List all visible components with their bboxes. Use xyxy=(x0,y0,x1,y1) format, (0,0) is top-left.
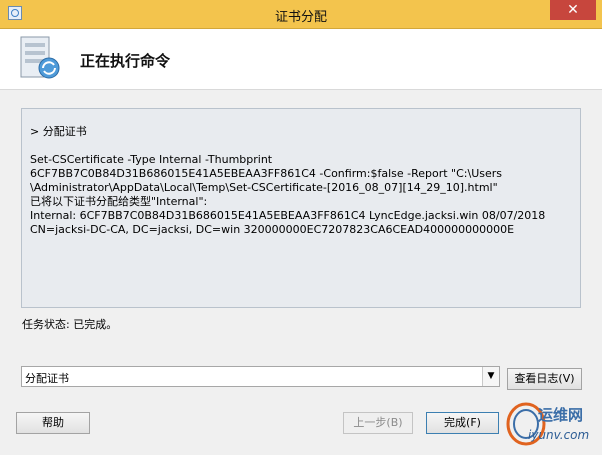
log-line: 已将以下证书分配给类型"Internal": xyxy=(30,195,208,208)
back-button[interactable]: 上一步(B) xyxy=(343,412,413,434)
wizard-header: 正在执行命令 xyxy=(0,29,602,90)
help-button[interactable]: 帮助 xyxy=(16,412,90,434)
view-log-button[interactable]: 查看日志(V) xyxy=(507,368,582,390)
log-line: 6CF7BB7C0B84D31B686015E41A5EBEAA3FF861C4… xyxy=(30,167,503,180)
task-status: 任务状态: 已完成。 xyxy=(22,318,118,331)
dropdown-value: 分配证书 xyxy=(25,372,69,385)
log-section-heading: > 分配证书 xyxy=(30,125,87,138)
watermark-text: 运维网 xyxy=(538,406,584,424)
task-select-dropdown[interactable]: 分配证书 ▼ xyxy=(21,366,500,387)
log-line: Set-CSCertificate -Type Internal -Thumbp… xyxy=(30,153,273,166)
chevron-down-icon[interactable]: ▼ xyxy=(482,367,499,386)
command-log-panel: > 分配证书 Set-CSCertificate -Type Internal … xyxy=(21,108,581,308)
finish-button[interactable]: 完成(F) xyxy=(426,412,499,434)
log-line: CN=jacksi-DC-CA, DC=jacksi, DC=win 32000… xyxy=(30,223,515,236)
window-title: 证书分配 xyxy=(274,10,327,25)
site-watermark: 运维网 iyunv.com xyxy=(500,396,600,452)
server-certificate-icon xyxy=(20,36,60,79)
watermark-url: iyunv.com xyxy=(528,428,590,442)
log-line: \Administrator\AppData\Local\Temp\Set-CS… xyxy=(30,181,498,194)
page-title: 正在执行命令 xyxy=(80,52,171,70)
close-button[interactable]: ✕ xyxy=(550,0,596,20)
title-bar: 证书分配 ✕ xyxy=(0,0,602,29)
log-line: Internal: 6CF7BB7C0B84D31B686015E41A5EBE… xyxy=(30,209,546,222)
